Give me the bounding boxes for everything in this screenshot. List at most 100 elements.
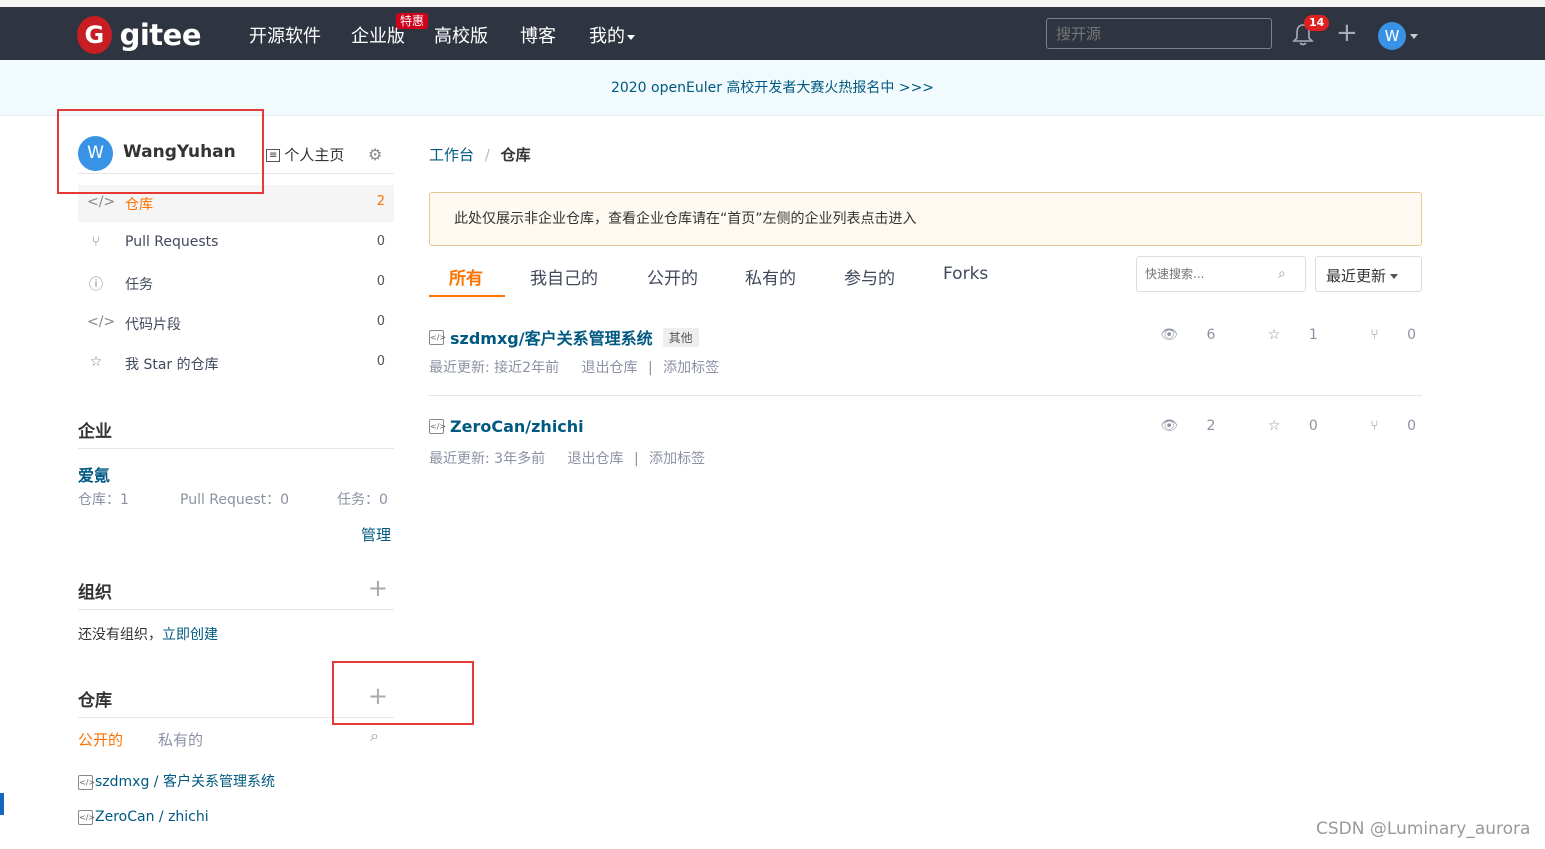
fork-count: 0 <box>1407 418 1416 434</box>
nav-education[interactable]: 高校版 <box>434 22 488 48</box>
enterprise-title: 企业 <box>78 422 112 442</box>
sidebar-item-snippets[interactable]: </> 代码片段 0 <box>78 305 394 342</box>
exit-repo-link[interactable]: 退出仓库 <box>582 360 638 376</box>
fork-count: 0 <box>1407 327 1416 343</box>
notice-message: 此处仅展示非企业仓库，查看企业仓库请在“首页”左侧的企业列表点击进入 <box>429 192 1422 246</box>
meta-separator: | <box>633 451 639 467</box>
chevron-down-icon[interactable] <box>1410 34 1418 39</box>
sidebar-repo-label: szdmxg / 客户关系管理系统 <box>95 774 275 790</box>
search-icon[interactable]: ⌕ <box>1278 266 1286 282</box>
fork-stat[interactable]: ⑂ 0 <box>1346 418 1416 434</box>
enterprise-manage-link[interactable]: 管理 <box>361 524 391 545</box>
star-stat[interactable]: ☆ 0 <box>1244 418 1318 434</box>
orgs-empty-message: 还没有组织，立即创建 <box>78 624 218 644</box>
star-icon: ☆ <box>1267 327 1281 343</box>
star-count: 1 <box>1308 327 1318 343</box>
breadcrumb: 工作台 / 仓库 <box>429 144 531 165</box>
tab-private[interactable]: 私有的 <box>745 264 796 289</box>
repo-name-link[interactable]: szdmxg/客户关系管理系统 <box>450 329 653 348</box>
sidebar-item-starred[interactable]: ☆ 我 Star 的仓库 0 <box>78 345 394 382</box>
event-banner[interactable]: 2020 openEuler 高校开发者大赛火热报名中 >>> <box>0 60 1545 116</box>
sort-dropdown[interactable]: 最近更新 <box>1315 256 1422 292</box>
star-icon: ☆ <box>1267 418 1281 434</box>
id-card-icon: ≡ <box>266 149 281 162</box>
sidebar-item-label: 代码片段 <box>125 317 181 333</box>
add-tag-link[interactable]: 添加标签 <box>649 451 705 467</box>
enterprise-section-title: 企业 <box>78 417 394 449</box>
sidebar-item-label: 我 Star 的仓库 <box>125 357 219 373</box>
sidebar-repo-tab-private[interactable]: 私有的 <box>158 729 203 750</box>
tab-public[interactable]: 公开的 <box>647 264 698 289</box>
notice-text: 此处仅展示非企业仓库，查看企业仓库请在“首页”左侧的企业列表点击进入 <box>454 211 917 227</box>
repo-icon: </> <box>78 774 95 790</box>
sidebar-item-count: 0 <box>376 274 385 289</box>
watch-stat[interactable]: 👁 2 <box>1136 418 1215 434</box>
enterprise-name-link[interactable]: 爱氪 <box>78 462 110 486</box>
create-org-link[interactable]: 立即创建 <box>162 627 218 643</box>
repo-icon: </> <box>429 329 446 345</box>
sidebar-item-count: 0 <box>376 354 385 369</box>
sidebar-repo-link[interactable]: </>ZeroCan / zhichi <box>78 809 209 825</box>
star-stat[interactable]: ☆ 1 <box>1244 327 1318 343</box>
gitee-logo[interactable]: G gitee <box>77 16 202 54</box>
repo-stats: 👁 2 ☆ 0 ⑂ 0 <box>1112 418 1416 434</box>
enterprise-repo-count: 仓库：1 <box>78 492 129 508</box>
active-tab-underline <box>429 295 505 297</box>
sidebar-item-label: Pull Requests <box>125 234 219 250</box>
repo-stats: 👁 6 ☆ 1 ⑂ 0 <box>1112 327 1416 343</box>
fork-stat[interactable]: ⑂ 0 <box>1346 327 1416 343</box>
tab-forks[interactable]: Forks <box>943 264 988 284</box>
exit-repo-link[interactable]: 退出仓库 <box>568 451 624 467</box>
search-icon[interactable]: ⌕ <box>370 726 379 746</box>
repo-language-tag: 其他 <box>662 327 699 347</box>
notification-count-badge: 14 <box>1304 15 1330 31</box>
sidebar-repo-label: ZeroCan / zhichi <box>95 809 209 825</box>
orgs-title: 组织 <box>78 583 112 603</box>
nav-open-source[interactable]: 开源软件 <box>249 22 321 48</box>
add-tag-link[interactable]: 添加标签 <box>663 360 719 376</box>
breadcrumb-workbench-link[interactable]: 工作台 <box>429 146 474 164</box>
repo-icon: </> <box>78 809 95 825</box>
tab-mine[interactable]: 我自己的 <box>530 264 598 289</box>
watch-stat[interactable]: 👁 6 <box>1136 327 1215 343</box>
sort-label: 最近更新 <box>1326 267 1387 285</box>
repo-name-link[interactable]: ZeroCan/zhichi <box>450 417 584 436</box>
watermark: CSDN @Luminary_aurora <box>1316 819 1531 839</box>
nav-mine-dropdown[interactable]: 我的 <box>589 22 635 48</box>
highlight-box-add-repo <box>332 661 474 725</box>
sidebar-repo-link[interactable]: </>szdmxg / 客户关系管理系统 <box>78 771 275 791</box>
personal-homepage-link[interactable]: ≡ 个人主页 <box>266 144 344 165</box>
chevron-down-icon <box>1390 274 1399 279</box>
repo-updated-time: 最近更新: 接近2年前 <box>429 360 560 376</box>
add-org-plus-icon[interactable]: + <box>368 574 388 602</box>
gitee-logo-text: gitee <box>119 18 202 52</box>
sidebar-item-count: 0 <box>376 314 385 329</box>
repos-title: 仓库 <box>78 691 112 711</box>
sidebar-repo-tab-public[interactable]: 公开的 <box>78 729 123 750</box>
plus-icon[interactable]: + <box>1336 20 1358 46</box>
nav-mine-label: 我的 <box>589 26 625 47</box>
sidebar-item-pull-requests[interactable]: ⑂ Pull Requests 0 <box>78 225 394 262</box>
code-snippet-icon: </> <box>87 314 116 330</box>
repo-updated-time: 最近更新: 3年多前 <box>429 451 546 467</box>
tab-participated[interactable]: 参与的 <box>844 264 895 289</box>
repo-list-item: </> szdmxg/客户关系管理系统 其他 最近更新: 接近2年前 退出仓库 | … <box>429 325 1422 376</box>
repo-meta: 最近更新: 3年多前 退出仓库 | 添加标签 <box>429 448 705 468</box>
banner-text: 2020 openEuler 高校开发者大赛火热报名中 >>> <box>610 80 935 96</box>
sidebar-item-issues[interactable]: ⓘ 任务 0 <box>78 265 394 302</box>
search-input[interactable] <box>1046 18 1272 49</box>
pull-request-icon: ⑂ <box>91 234 101 250</box>
tab-all[interactable]: 所有 <box>449 264 483 289</box>
nav-blog[interactable]: 博客 <box>520 22 556 48</box>
sidebar-item-label: 任务 <box>125 277 153 293</box>
orgs-empty-text: 还没有组织， <box>78 627 162 643</box>
top-strip <box>0 0 1545 7</box>
fork-icon: ⑂ <box>1370 327 1379 343</box>
enterprise-promo-badge: 特惠 <box>396 13 429 29</box>
gear-icon[interactable]: ⚙ <box>368 145 382 164</box>
orgs-section-title: 组织 + <box>78 574 394 610</box>
chevron-down-icon <box>627 34 635 40</box>
avatar[interactable]: W <box>1378 22 1406 50</box>
gitee-logo-icon: G <box>77 16 112 54</box>
watch-count: 2 <box>1206 418 1216 434</box>
